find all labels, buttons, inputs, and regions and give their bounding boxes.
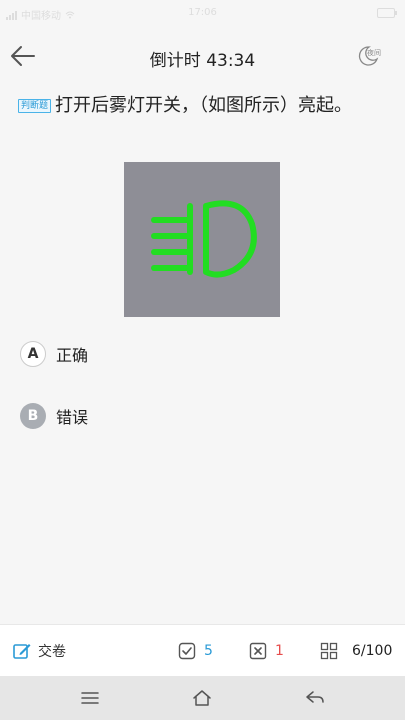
question-grid-button[interactable]: 6/100	[320, 625, 392, 677]
option-a[interactable]: A 正确	[20, 339, 88, 369]
option-a-letter: A	[20, 341, 46, 367]
progress-counter: 6/100	[352, 643, 393, 659]
back-arrow-icon	[11, 46, 35, 66]
nav-home-button[interactable]	[184, 684, 220, 712]
return-icon	[306, 691, 324, 703]
correct-count: 5	[204, 643, 213, 659]
status-bar: 中国移动 17:06	[0, 0, 405, 28]
night-mode-label: 夜间	[367, 49, 381, 57]
page-title: 倒计时 43:34	[149, 51, 256, 71]
back-button[interactable]	[8, 42, 38, 70]
system-nav-bar	[0, 676, 405, 720]
nav-back-button[interactable]	[297, 684, 333, 712]
wrong-count-button[interactable]: 1	[249, 625, 284, 677]
header: 倒计时 43:34 夜间	[0, 28, 405, 84]
grid-icon	[320, 642, 338, 660]
menu-icon	[81, 692, 99, 704]
wrong-count: 1	[275, 643, 284, 659]
question-image	[124, 162, 280, 317]
submit-exam-button[interactable]: 交卷	[12, 625, 66, 677]
night-mode-button[interactable]: 夜间	[353, 42, 385, 70]
question-type-badge: 判断题	[18, 99, 52, 113]
status-time: 17:06	[188, 7, 217, 18]
check-box-icon	[178, 642, 196, 660]
option-b[interactable]: B 错误	[20, 401, 88, 431]
option-b-letter: B	[20, 403, 46, 429]
bottom-toolbar: 交卷 5 1 6/100	[0, 624, 405, 677]
battery-icon	[377, 8, 397, 18]
question-body: 打开后雾灯开关，（如图所示）亮起。	[55, 95, 353, 116]
nav-menu-button[interactable]	[72, 684, 108, 712]
rear-fog-light-icon	[151, 200, 257, 278]
question-text: 判断题 打开后雾灯开关，（如图所示）亮起。	[18, 92, 388, 119]
edit-icon	[13, 644, 31, 659]
option-a-label: 正确	[56, 346, 89, 365]
option-b-label: 错误	[56, 408, 89, 427]
x-box-icon	[249, 642, 267, 660]
home-icon	[193, 690, 211, 706]
submit-label: 交卷	[38, 644, 66, 660]
correct-count-button[interactable]: 5	[178, 625, 213, 677]
